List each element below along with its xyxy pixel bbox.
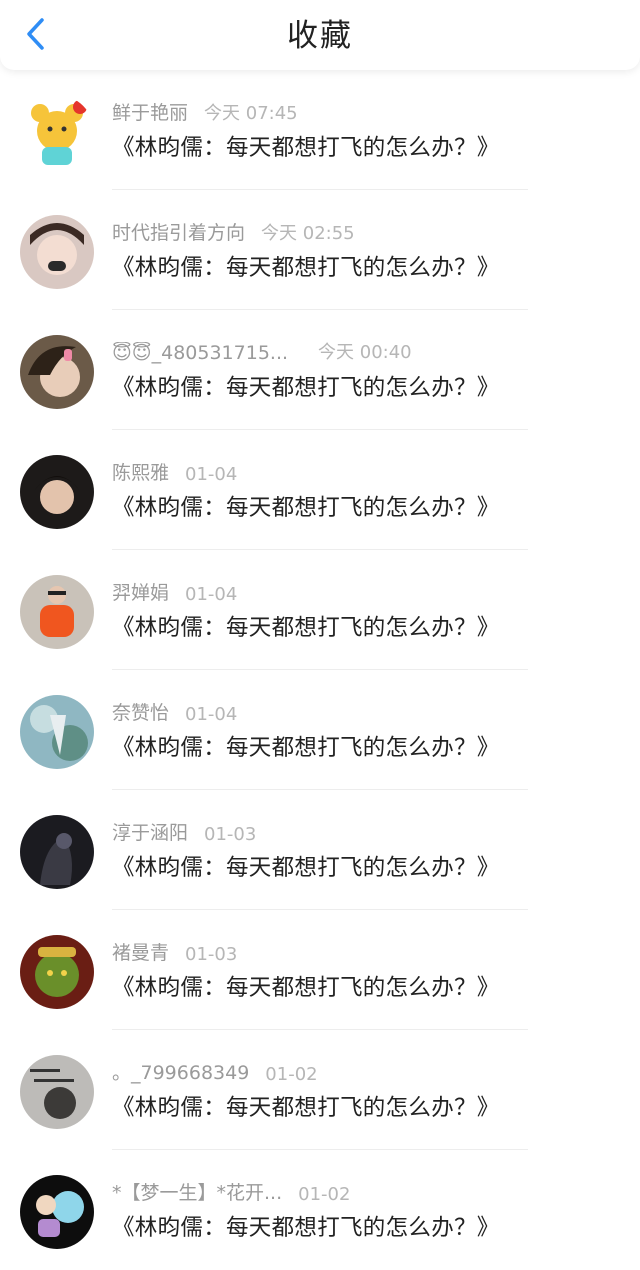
timestamp: 今天 02:55: [261, 223, 355, 244]
user-name: 。_799668349: [112, 1062, 250, 1084]
page-title: 收藏: [287, 18, 353, 54]
item-meta: 羿婵娟 01-04: [112, 578, 237, 605]
user-name: 奈赞怡: [112, 702, 170, 724]
favorites-list: 鲜于艳丽 今天 07:45 《林昀儒：每天都想打飞的怎么办？》 时代指引着方向 今天…: [0, 70, 640, 1270]
user-name: *【梦一生】*花开...: [112, 1182, 283, 1204]
timestamp: 01-03: [204, 824, 257, 845]
article-title: 《林昀儒：每天都想打飞的怎么办？》: [112, 375, 500, 401]
timestamp: 今天 00:40: [318, 342, 412, 363]
avatar: [20, 935, 94, 1009]
user-name: 时代指引着方向: [112, 222, 246, 244]
item-meta: *【梦一生】*花开... 01-02: [112, 1178, 350, 1205]
item-meta: 淳于涵阳 01-03: [112, 818, 256, 845]
list-item[interactable]: 😇😇_480531715... 今天 00:40 《林昀儒：每天都想打飞的怎么办？…: [0, 310, 640, 430]
item-meta: 😇😇_480531715... 今天 00:40: [112, 338, 412, 364]
item-meta: 奈赞怡 01-04: [112, 698, 237, 725]
article-title: 《林昀儒：每天都想打飞的怎么办？》: [112, 975, 500, 1001]
item-meta: 鲜于艳丽 今天 07:45: [112, 98, 298, 125]
list-item[interactable]: *【梦一生】*花开... 01-02 《林昀儒：每天都想打飞的怎么办？》: [0, 1150, 640, 1270]
timestamp: 01-02: [265, 1064, 318, 1085]
article-title: 《林昀儒：每天都想打飞的怎么办？》: [112, 495, 500, 521]
user-name: 😇😇_480531715...: [112, 342, 289, 364]
article-title: 《林昀儒：每天都想打飞的怎么办？》: [112, 135, 500, 161]
avatar: [20, 335, 94, 409]
user-name: 羿婵娟: [112, 582, 170, 604]
avatar: [20, 815, 94, 889]
list-item[interactable]: 时代指引着方向 今天 02:55 《林昀儒：每天都想打飞的怎么办？》: [0, 190, 640, 310]
article-title: 《林昀儒：每天都想打飞的怎么办？》: [112, 1095, 500, 1121]
avatar: [20, 1175, 94, 1249]
list-item[interactable]: 褚曼青 01-03 《林昀儒：每天都想打飞的怎么办？》: [0, 910, 640, 1030]
article-title: 《林昀儒：每天都想打飞的怎么办？》: [112, 1215, 500, 1241]
list-item[interactable]: 羿婵娟 01-04 《林昀儒：每天都想打飞的怎么办？》: [0, 550, 640, 670]
avatar: [20, 695, 94, 769]
user-name: 褚曼青: [112, 942, 170, 964]
avatar: [20, 575, 94, 649]
timestamp: 01-04: [185, 584, 238, 605]
top-bar: 收藏: [0, 0, 640, 70]
list-item[interactable]: 淳于涵阳 01-03 《林昀儒：每天都想打飞的怎么办？》: [0, 790, 640, 910]
timestamp: 01-04: [185, 464, 238, 485]
item-meta: 褚曼青 01-03: [112, 938, 237, 965]
timestamp: 01-04: [185, 704, 238, 725]
avatar: [20, 215, 94, 289]
timestamp: 今天 07:45: [204, 103, 298, 124]
user-name: 陈熙雅: [112, 462, 170, 484]
list-item[interactable]: 奈赞怡 01-04 《林昀儒：每天都想打飞的怎么办？》: [0, 670, 640, 790]
article-title: 《林昀儒：每天都想打飞的怎么办？》: [112, 615, 500, 641]
item-meta: 陈熙雅 01-04: [112, 458, 237, 485]
list-item[interactable]: 鲜于艳丽 今天 07:45 《林昀儒：每天都想打飞的怎么办？》: [0, 70, 640, 190]
article-title: 《林昀儒：每天都想打飞的怎么办？》: [112, 255, 500, 281]
avatar: [20, 95, 94, 169]
item-meta: 。_799668349 01-02: [112, 1058, 318, 1085]
item-meta: 时代指引着方向 今天 02:55: [112, 218, 355, 245]
article-title: 《林昀儒：每天都想打飞的怎么办？》: [112, 735, 500, 761]
avatar: [20, 455, 94, 529]
timestamp: 01-03: [185, 944, 238, 965]
article-title: 《林昀儒：每天都想打飞的怎么办？》: [112, 855, 500, 881]
user-name: 淳于涵阳: [112, 822, 189, 844]
list-item[interactable]: 。_799668349 01-02 《林昀儒：每天都想打飞的怎么办？》: [0, 1030, 640, 1150]
timestamp: 01-02: [298, 1184, 351, 1205]
user-name: 鲜于艳丽: [112, 102, 189, 124]
list-item[interactable]: 陈熙雅 01-04 《林昀儒：每天都想打飞的怎么办？》: [0, 430, 640, 550]
avatar: [20, 1055, 94, 1129]
